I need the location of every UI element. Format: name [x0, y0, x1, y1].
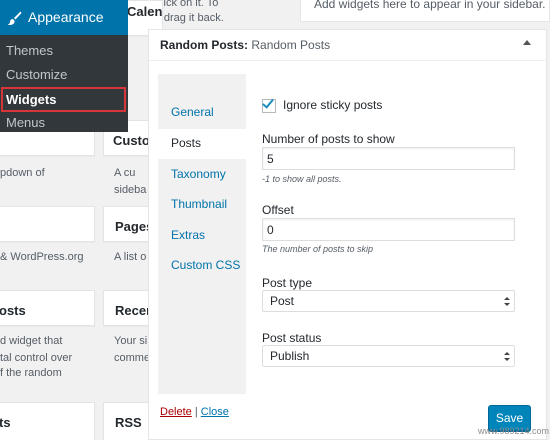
watermark-text: www.989214.com	[478, 426, 550, 436]
sidebar-description: Add widgets here to appear in your sideb…	[314, 0, 546, 11]
widget-title-col2-1: Custo	[113, 133, 150, 148]
widget-card-col1-3[interactable]: osts	[0, 290, 95, 326]
panel-header[interactable]: Random Posts: Random Posts	[149, 30, 546, 61]
appearance-menu-label: Appearance	[28, 9, 104, 25]
num-posts-input[interactable]: 5	[262, 147, 515, 170]
offset-hint: The number of posts to skip	[262, 244, 374, 254]
widget-desc-col1-1: pdown of	[0, 167, 45, 179]
offset-label: Offset	[262, 203, 294, 217]
tab-content-posts: Ignore sticky posts Number of posts to s…	[246, 74, 532, 394]
appearance-menu-header[interactable]: Appearance	[0, 0, 128, 35]
collapse-arrow-icon[interactable]	[523, 40, 531, 45]
tab-custom-css[interactable]: Custom CSS	[171, 258, 240, 272]
checkmark-icon	[262, 96, 274, 109]
widget-desc-recent-b: comme	[114, 352, 151, 364]
widget-title-col1-4: ts	[0, 415, 11, 430]
delete-link[interactable]: Delete	[160, 406, 192, 418]
widget-card-col1-2[interactable]	[0, 206, 95, 242]
widget-desc-col1-3c: f the random	[0, 367, 62, 379]
post-type-value: Post	[270, 294, 295, 308]
widget-title-calendar: Calen	[127, 4, 163, 19]
post-type-select[interactable]: Post	[262, 290, 515, 312]
menu-item-menus[interactable]: Menus	[6, 115, 45, 130]
widget-title-rss: RSS	[115, 415, 142, 430]
panel-title-main: Random Posts:	[160, 38, 249, 52]
post-status-value: Publish	[270, 349, 310, 363]
post-status-select[interactable]: Publish	[262, 345, 515, 367]
widgets-highlight-box	[1, 87, 126, 112]
widget-card-col1-4[interactable]: ts	[0, 402, 95, 440]
tab-extras[interactable]: Extras	[171, 228, 205, 242]
widget-desc-col1-2: & WordPress.org	[0, 251, 84, 263]
menu-item-themes[interactable]: Themes	[6, 43, 53, 58]
num-posts-label: Number of posts to show	[262, 132, 395, 146]
tab-thumbnail[interactable]: Thumbnail	[171, 197, 227, 211]
num-posts-hint: -1 to show all posts.	[262, 174, 342, 184]
admin-menu: Appearance Themes Customize Widgets Menu…	[0, 0, 128, 132]
tab-general[interactable]: General	[171, 105, 214, 119]
paintbrush-icon	[7, 11, 22, 26]
tab-posts[interactable]: Posts	[171, 136, 201, 150]
close-link[interactable]: Close	[201, 406, 229, 418]
widget-title-col1-3: osts	[0, 303, 26, 318]
widget-desc-col2-1b: sideba	[114, 184, 147, 196]
post-type-label: Post type	[262, 276, 313, 290]
menu-item-customize[interactable]: Customize	[6, 67, 67, 82]
select-arrows-icon	[504, 352, 510, 361]
settings-container: General Posts Taxonomy Thumbnail Extras …	[158, 74, 532, 394]
post-status-label: Post status	[262, 331, 322, 345]
offset-input[interactable]: 0	[262, 218, 515, 241]
tab-taxonomy[interactable]: Taxonomy	[171, 167, 226, 181]
panel-title-sub: Random Posts	[251, 38, 331, 52]
ignore-sticky-label: Ignore sticky posts	[283, 98, 383, 112]
widget-desc-pages: A list o	[114, 251, 147, 263]
panel-footer-links: Delete | Close	[160, 406, 229, 418]
panel-title: Random Posts: Random Posts	[160, 38, 330, 52]
ignore-sticky-checkbox[interactable]	[262, 96, 276, 113]
footer-separator: |	[194, 406, 198, 418]
random-posts-widget-panel: Random Posts: Random Posts General Posts…	[148, 29, 547, 440]
select-arrows-icon	[504, 297, 510, 306]
